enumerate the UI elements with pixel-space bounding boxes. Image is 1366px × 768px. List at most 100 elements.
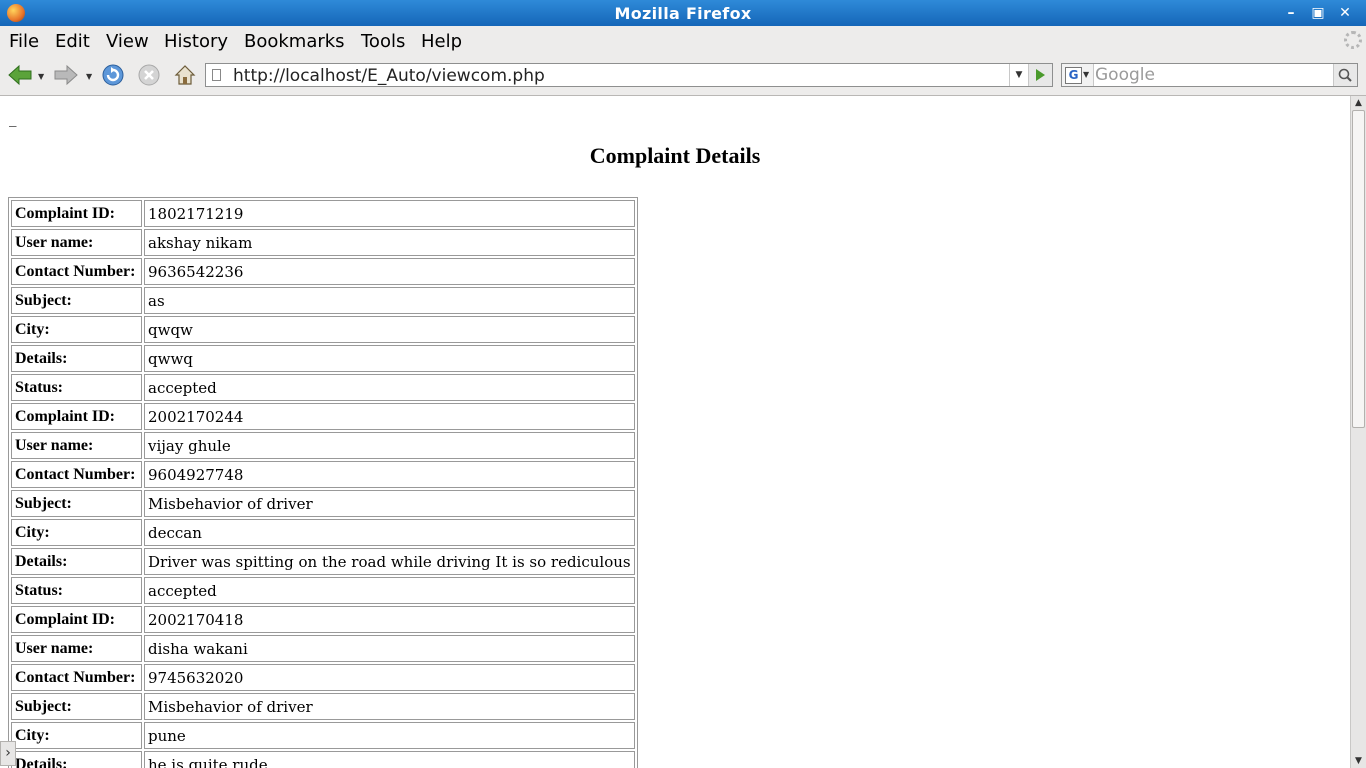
stop-button[interactable] bbox=[135, 61, 163, 89]
field-label: Contact Number: bbox=[11, 258, 142, 285]
field-value: akshay nikam bbox=[144, 229, 635, 256]
search-engine-selector[interactable]: G ▼ bbox=[1062, 64, 1094, 86]
field-value: qwwq bbox=[144, 345, 635, 372]
address-url[interactable]: http://localhost/E_Auto/viewcom.php bbox=[233, 66, 545, 86]
menu-file[interactable]: File bbox=[9, 31, 39, 52]
address-bar[interactable]: http://localhost/E_Auto/viewcom.php ▼ bbox=[205, 63, 1053, 87]
scroll-up-icon[interactable]: ▲ bbox=[1351, 96, 1366, 110]
table-row: User name: akshay nikam bbox=[11, 229, 635, 256]
field-value: pune bbox=[144, 722, 635, 749]
field-value: 9745632020 bbox=[144, 664, 635, 691]
table-row: Status: accepted bbox=[11, 374, 635, 401]
menu-tools[interactable]: Tools bbox=[361, 31, 405, 52]
field-value: 9604927748 bbox=[144, 461, 635, 488]
table-row: City: qwqw bbox=[11, 316, 635, 343]
close-icon[interactable]: ✕ bbox=[1333, 2, 1357, 24]
field-value: 1802171219 bbox=[144, 200, 635, 227]
page-title: Complaint Details bbox=[589, 143, 761, 168]
menu-help[interactable]: Help bbox=[421, 31, 462, 52]
forward-button[interactable] bbox=[52, 61, 80, 89]
field-value: as bbox=[144, 287, 635, 314]
go-arrow-icon bbox=[1036, 69, 1045, 81]
window-title: Mozilla Firefox bbox=[614, 4, 752, 23]
field-label: City: bbox=[11, 316, 142, 343]
field-value: accepted bbox=[144, 374, 635, 401]
table-row: Subject: as bbox=[11, 287, 635, 314]
table-row: User name: vijay ghule bbox=[11, 432, 635, 459]
url-history-dropdown-icon[interactable]: ▼ bbox=[1009, 64, 1028, 86]
back-button[interactable] bbox=[6, 61, 34, 89]
forward-history-dropdown-icon[interactable]: ▼ bbox=[86, 72, 92, 81]
field-value: 2002170244 bbox=[144, 403, 635, 430]
menu-edit[interactable]: Edit bbox=[55, 31, 90, 52]
table-row: Complaint ID: 2002170244 bbox=[11, 403, 635, 430]
table-row: City: pune bbox=[11, 722, 635, 749]
field-value: qwqw bbox=[144, 316, 635, 343]
field-label: Details: bbox=[11, 751, 142, 768]
activity-throbber-icon bbox=[1344, 31, 1362, 49]
field-label: Contact Number: bbox=[11, 664, 142, 691]
chevron-down-icon: ▼ bbox=[1083, 70, 1090, 79]
field-label: Subject: bbox=[11, 693, 142, 720]
sidebar-toggle-icon[interactable]: › bbox=[0, 741, 16, 766]
field-label: Details: bbox=[11, 548, 142, 575]
maximize-icon[interactable]: ▣ bbox=[1306, 2, 1330, 24]
minimize-icon[interactable]: – bbox=[1279, 2, 1303, 24]
field-label: User name: bbox=[11, 229, 142, 256]
menu-history[interactable]: History bbox=[164, 31, 228, 52]
table-row: Complaint ID: 1802171219 bbox=[11, 200, 635, 227]
page-content: _ Complaint Details Complaint ID: 1802171… bbox=[0, 96, 1350, 768]
field-label: City: bbox=[11, 722, 142, 749]
home-button[interactable] bbox=[171, 61, 199, 89]
field-value: 9636542236 bbox=[144, 258, 635, 285]
field-value: Misbehavior of driver bbox=[144, 693, 635, 720]
page-dash-text: _ bbox=[9, 109, 17, 127]
table-row: Details: Driver was spitting on the road … bbox=[11, 548, 635, 575]
vertical-scrollbar[interactable]: ▲ ▼ bbox=[1350, 96, 1366, 768]
field-label: Subject: bbox=[11, 287, 142, 314]
go-button[interactable] bbox=[1028, 64, 1052, 86]
google-logo-icon: G bbox=[1065, 67, 1082, 84]
field-value: he is quite rude bbox=[144, 751, 635, 768]
home-icon bbox=[174, 65, 196, 85]
search-input[interactable] bbox=[1095, 65, 1330, 85]
field-value: vijay ghule bbox=[144, 432, 635, 459]
field-label: City: bbox=[11, 519, 142, 546]
magnifier-icon bbox=[1338, 68, 1352, 82]
field-value: 2002170418 bbox=[144, 606, 635, 633]
table-row: Contact Number: 9604927748 bbox=[11, 461, 635, 488]
field-value: disha wakani bbox=[144, 635, 635, 662]
reload-button[interactable] bbox=[99, 61, 127, 89]
table-row: Subject: Misbehavior of driver bbox=[11, 490, 635, 517]
complaint-table: Complaint ID: 1802171219 User name: akshay … bbox=[8, 197, 638, 768]
navigation-toolbar: ▼ ▼ http://localhost/E_Auto/viewcom.php … bbox=[0, 55, 1366, 96]
table-row: User name: disha wakani bbox=[11, 635, 635, 662]
field-label: Details: bbox=[11, 345, 142, 372]
table-row: Status: accepted bbox=[11, 577, 635, 604]
menu-bookmarks[interactable]: Bookmarks bbox=[244, 31, 345, 52]
page-icon bbox=[212, 69, 221, 81]
field-label: Complaint ID: bbox=[11, 606, 142, 633]
scroll-down-icon[interactable]: ▼ bbox=[1351, 754, 1366, 768]
search-bar[interactable]: G ▼ bbox=[1061, 63, 1358, 87]
field-value: accepted bbox=[144, 577, 635, 604]
field-label: Complaint ID: bbox=[11, 200, 142, 227]
field-label: Status: bbox=[11, 374, 142, 401]
window-titlebar: Mozilla Firefox – ▣ ✕ bbox=[0, 0, 1366, 26]
stop-icon bbox=[138, 64, 160, 86]
table-row: Contact Number: 9745632020 bbox=[11, 664, 635, 691]
table-row: Details: qwwq bbox=[11, 345, 635, 372]
search-button[interactable] bbox=[1333, 64, 1357, 86]
table-row: Complaint ID: 2002170418 bbox=[11, 606, 635, 633]
field-label: Complaint ID: bbox=[11, 403, 142, 430]
back-arrow-icon bbox=[8, 64, 32, 86]
field-label: Subject: bbox=[11, 490, 142, 517]
menu-view[interactable]: View bbox=[106, 31, 149, 52]
field-label: Status: bbox=[11, 577, 142, 604]
field-value: deccan bbox=[144, 519, 635, 546]
table-row: Subject: Misbehavior of driver bbox=[11, 693, 635, 720]
table-row: City: deccan bbox=[11, 519, 635, 546]
table-row: Contact Number: 9636542236 bbox=[11, 258, 635, 285]
scrollbar-thumb[interactable] bbox=[1352, 110, 1365, 428]
back-history-dropdown-icon[interactable]: ▼ bbox=[38, 72, 44, 81]
